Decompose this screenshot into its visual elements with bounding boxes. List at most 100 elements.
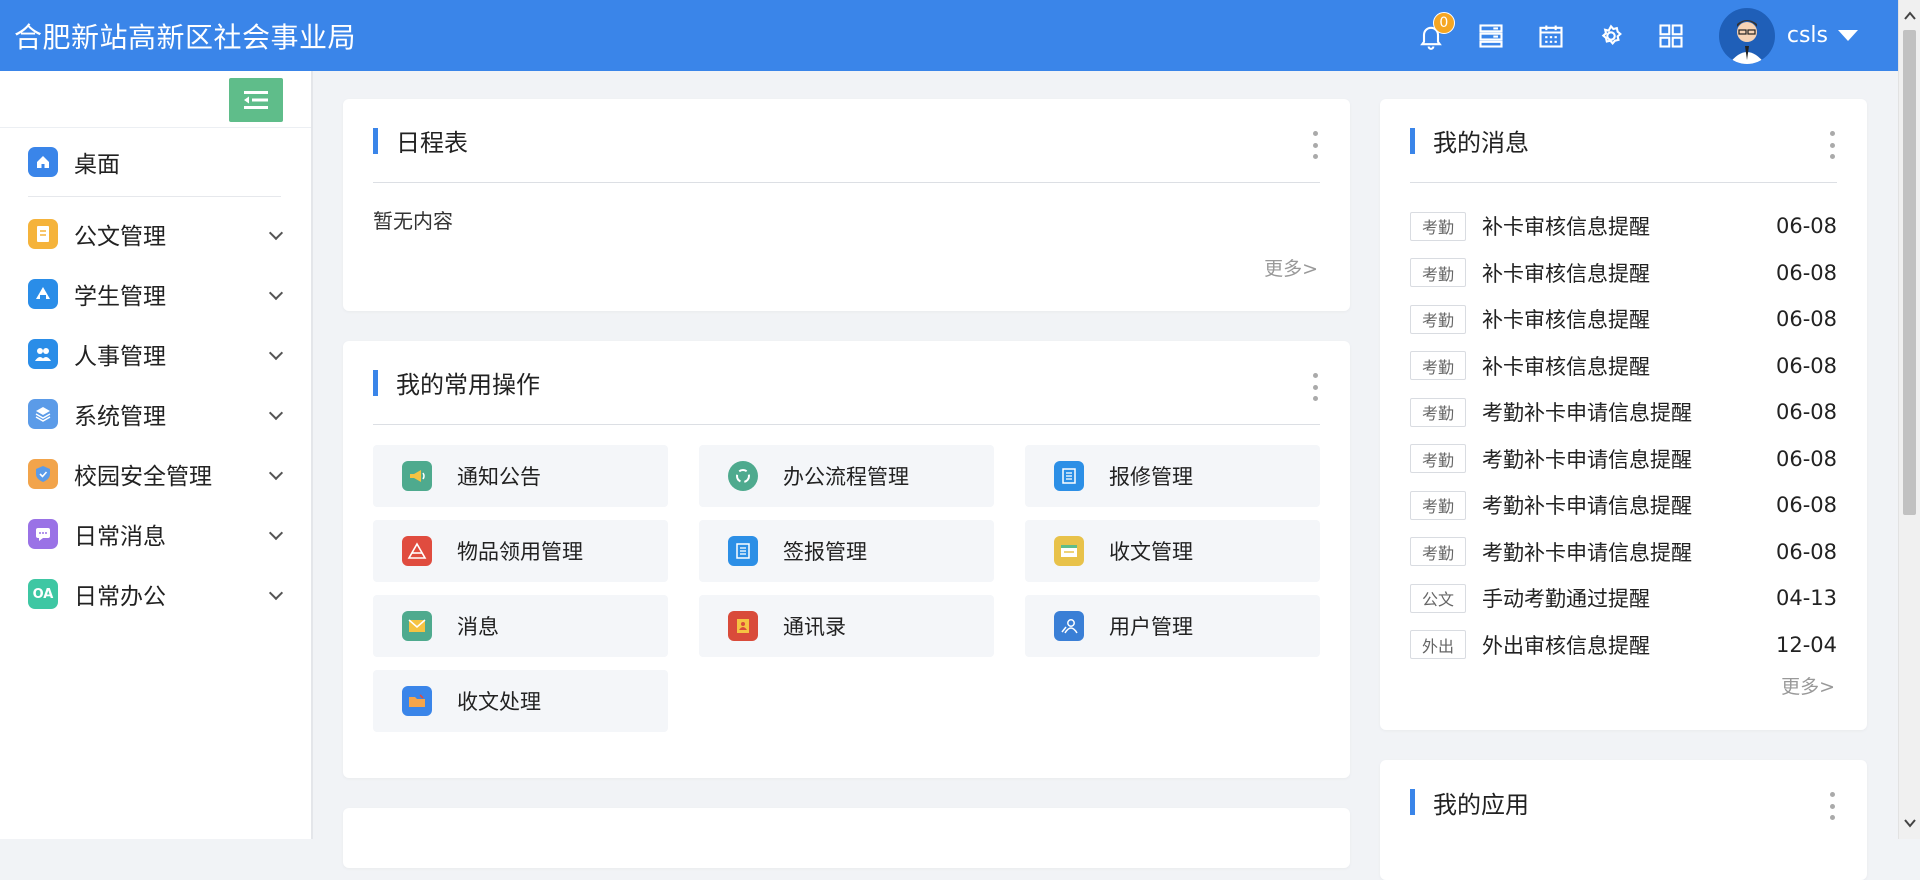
- scroll-up-icon[interactable]: [1902, 8, 1918, 24]
- my-apps-card: 我的应用: [1380, 760, 1867, 880]
- sidebar: 桌面 公文管理 学生管理 人事管理 系统管理 校园安全管理 日常消息 OA 日常…: [0, 71, 313, 839]
- op-user-admin[interactable]: 用户管理: [1025, 595, 1320, 657]
- server-button[interactable]: [1461, 0, 1521, 71]
- card-header: 我的常用操作: [373, 341, 1320, 425]
- message-date: 06-08: [1775, 353, 1837, 378]
- title-accent-bar: [1410, 127, 1415, 154]
- op-label: 通知公告: [457, 465, 541, 489]
- report-icon: [728, 536, 758, 566]
- workflow-icon: [728, 461, 758, 491]
- message-item[interactable]: 考勤 补卡审核信息提醒 06-08: [1410, 343, 1837, 390]
- card-title: 我的应用: [1433, 790, 1529, 819]
- message-item[interactable]: 考勤 考勤补卡申请信息提醒 06-08: [1410, 529, 1837, 576]
- goods-icon: [402, 536, 432, 566]
- op-label: 报修管理: [1109, 465, 1193, 489]
- op-inbox[interactable]: 收文管理: [1025, 520, 1320, 582]
- calendar-button[interactable]: [1521, 0, 1581, 71]
- grid-icon: [1659, 23, 1683, 48]
- op-inbox-processing[interactable]: 收文处理: [373, 670, 668, 732]
- oa-icon: OA: [28, 579, 58, 609]
- sidebar-item-label: 人事管理: [74, 344, 166, 370]
- sidebar-menu: 桌面 公文管理 学生管理 人事管理 系统管理 校园安全管理 日常消息 OA 日常…: [0, 128, 311, 624]
- message-date: 06-08: [1775, 493, 1837, 518]
- apps-grid-button[interactable]: [1641, 0, 1701, 71]
- sidebar-item-desktop[interactable]: 桌面: [0, 128, 311, 196]
- sidebar-item-campus-security[interactable]: 校园安全管理: [0, 444, 311, 504]
- op-sign-report[interactable]: 签报管理: [699, 520, 994, 582]
- server-icon: [1479, 23, 1503, 48]
- message-date: 06-08: [1775, 307, 1837, 332]
- more-options-icon[interactable]: [1827, 131, 1837, 159]
- sidebar-item-daily-messages[interactable]: 日常消息: [0, 504, 311, 564]
- repair-icon: [1054, 461, 1084, 491]
- messages-more-link[interactable]: 更多>: [1781, 672, 1835, 699]
- card-title: 我的消息: [1433, 129, 1529, 157]
- user-menu[interactable]: csls: [1701, 0, 1898, 71]
- sidebar-item-system[interactable]: 系统管理: [0, 384, 311, 444]
- message-title: 手动考勤通过提醒: [1482, 587, 1650, 612]
- message-item[interactable]: 考勤 考勤补卡申请信息提醒 06-08: [1410, 389, 1837, 436]
- header-toolbar: 0 csls: [1401, 0, 1898, 71]
- sidebar-item-documents[interactable]: 公文管理: [0, 204, 311, 264]
- op-notice[interactable]: 通知公告: [373, 445, 668, 507]
- message-item[interactable]: 考勤 考勤补卡申请信息提醒 06-08: [1410, 482, 1837, 529]
- message-item[interactable]: 考勤 补卡审核信息提醒 06-08: [1410, 203, 1837, 250]
- message-tag: 考勤: [1410, 490, 1466, 520]
- sidebar-toggle-row: [0, 71, 311, 128]
- menu-collapse-icon: [244, 91, 268, 109]
- notification-badge: 0: [1432, 12, 1455, 34]
- chevron-down-icon: [268, 225, 284, 241]
- schedule-card: 日程表 暂无内容 更多>: [343, 99, 1350, 311]
- op-label: 通讯录: [783, 615, 846, 639]
- gear-icon: [1601, 23, 1622, 45]
- scrollbar-thumb[interactable]: [1903, 30, 1916, 515]
- my-messages-card: 我的消息 考勤 补卡审核信息提醒 06-08 考勤 补卡审核信息提醒 06-08…: [1380, 99, 1867, 730]
- more-options-icon[interactable]: [1310, 131, 1320, 159]
- page-scrollbar[interactable]: [1898, 0, 1920, 839]
- settings-button[interactable]: [1581, 0, 1641, 71]
- sidebar-item-label: 学生管理: [74, 284, 166, 310]
- message-tag: 考勤: [1410, 211, 1466, 241]
- folder-icon: [402, 686, 432, 716]
- contacts-icon: [728, 611, 758, 641]
- message-date: 12-04: [1775, 632, 1837, 657]
- message-date: 06-08: [1775, 446, 1837, 471]
- message-title: 补卡审核信息提醒: [1482, 215, 1650, 240]
- op-label: 收文处理: [457, 690, 541, 714]
- mail-icon: [402, 611, 432, 641]
- op-messages[interactable]: 消息: [373, 595, 668, 657]
- username: csls: [1786, 23, 1828, 48]
- message-title: 考勤补卡申请信息提醒: [1482, 447, 1692, 472]
- top-header: 合肥新站高新区社会事业局 0 csls: [0, 0, 1898, 71]
- message-title: 考勤补卡申请信息提醒: [1482, 494, 1692, 519]
- message-title: 补卡审核信息提醒: [1482, 261, 1650, 286]
- notifications-button[interactable]: 0: [1401, 0, 1461, 71]
- sidebar-toggle-button[interactable]: [229, 78, 283, 122]
- inbox-icon: [1054, 536, 1084, 566]
- sidebar-item-label: 日常消息: [74, 524, 166, 550]
- op-contacts[interactable]: 通讯录: [699, 595, 994, 657]
- message-date: 06-08: [1775, 400, 1837, 425]
- title-accent-bar: [373, 369, 378, 396]
- schedule-more-link[interactable]: 更多>: [1264, 254, 1318, 281]
- message-item[interactable]: 外出 外出审核信息提醒 12-04: [1410, 622, 1837, 669]
- message-item[interactable]: 考勤 考勤补卡申请信息提醒 06-08: [1410, 436, 1837, 483]
- message-title: 补卡审核信息提醒: [1482, 308, 1650, 333]
- more-options-icon[interactable]: [1310, 373, 1320, 401]
- message-date: 06-08: [1775, 214, 1837, 239]
- scroll-down-icon[interactable]: [1902, 815, 1918, 831]
- message-item[interactable]: 考勤 补卡审核信息提醒 06-08: [1410, 250, 1837, 297]
- sidebar-item-students[interactable]: 学生管理: [0, 264, 311, 324]
- op-goods[interactable]: 物品领用管理: [373, 520, 668, 582]
- card-header: 我的应用: [1410, 760, 1837, 844]
- sidebar-divider: [28, 196, 281, 197]
- sidebar-item-personnel[interactable]: 人事管理: [0, 324, 311, 384]
- more-options-icon[interactable]: [1827, 792, 1837, 820]
- message-item[interactable]: 公文 手动考勤通过提醒 04-13: [1410, 575, 1837, 622]
- message-title: 考勤补卡申请信息提醒: [1482, 401, 1692, 426]
- op-workflow[interactable]: 办公流程管理: [699, 445, 994, 507]
- op-repair[interactable]: 报修管理: [1025, 445, 1320, 507]
- message-date: 06-08: [1775, 260, 1837, 285]
- sidebar-item-daily-office[interactable]: OA 日常办公: [0, 564, 311, 624]
- message-item[interactable]: 考勤 补卡审核信息提醒 06-08: [1410, 296, 1837, 343]
